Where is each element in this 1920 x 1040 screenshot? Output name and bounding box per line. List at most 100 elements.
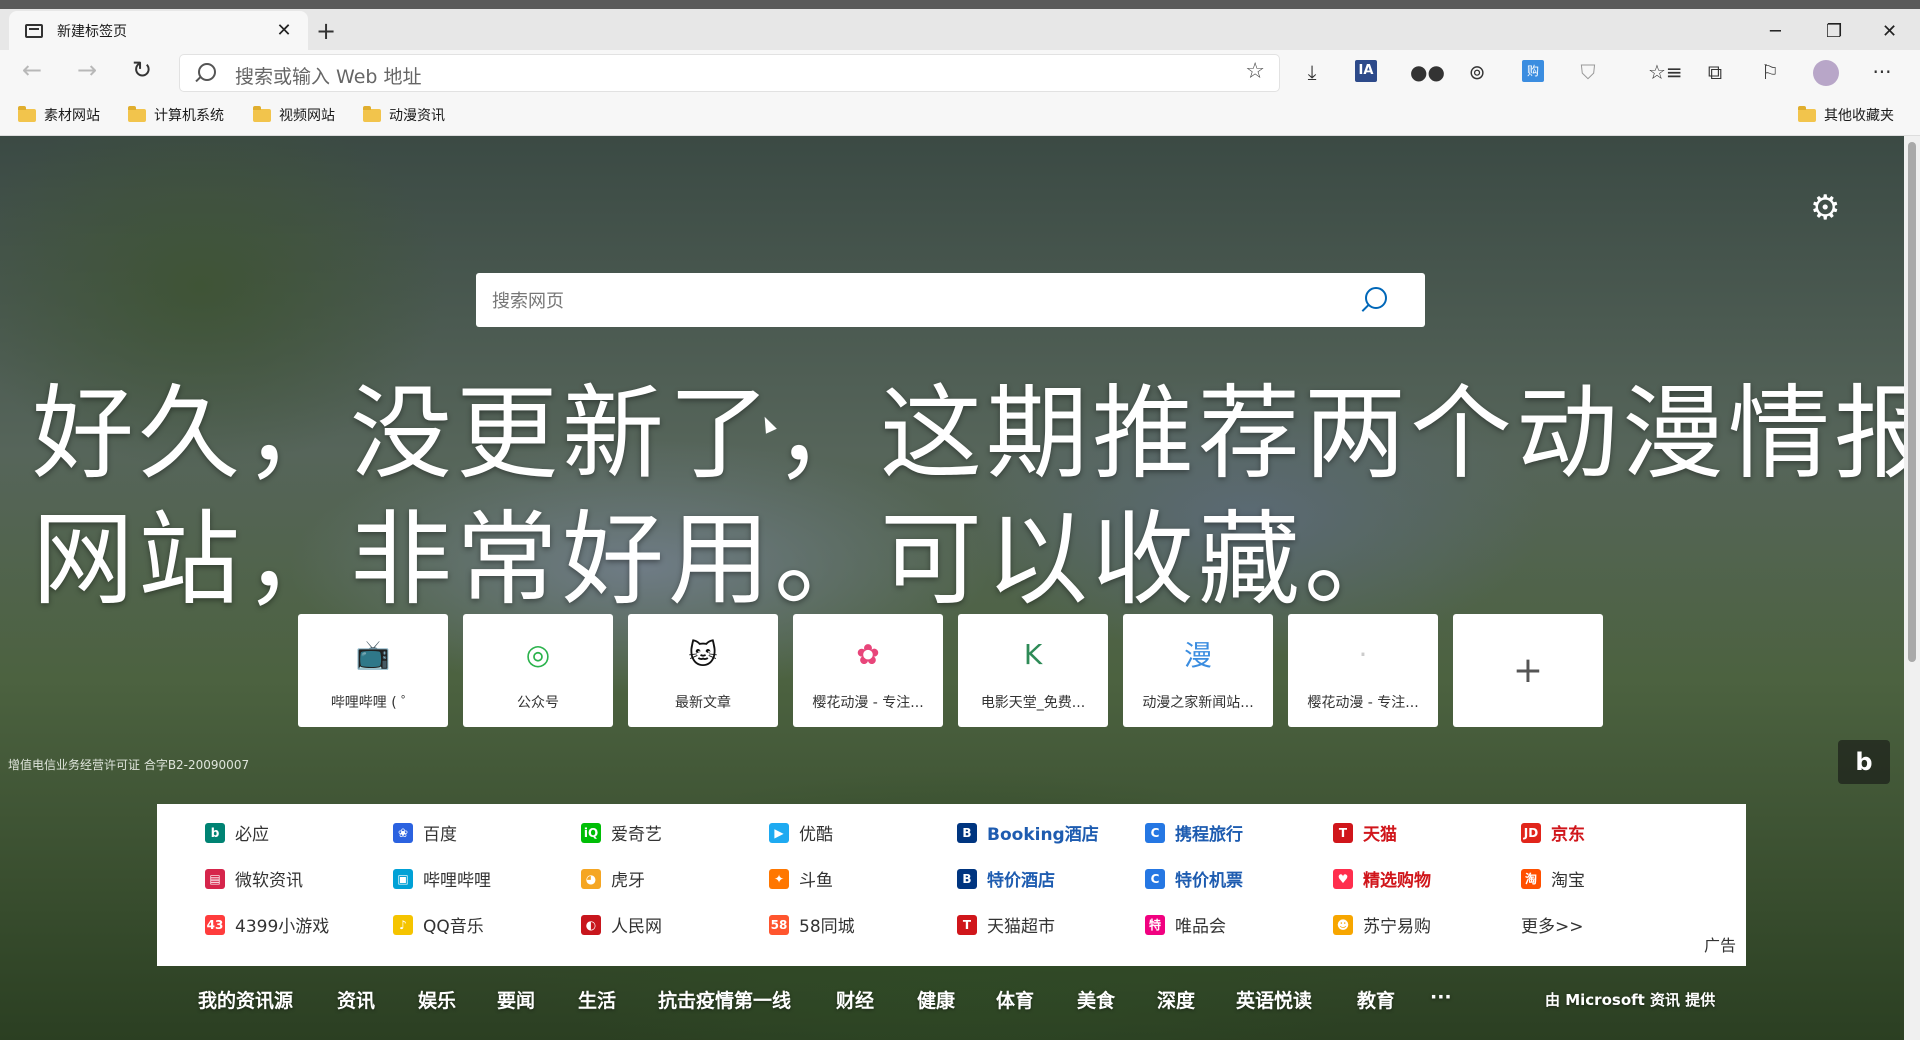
promo-link[interactable]: B 特价酒店 — [957, 866, 1055, 891]
news-more-button[interactable]: ··· — [1430, 986, 1452, 1008]
promo-link[interactable]: 43 4399小游戏 — [205, 912, 329, 937]
promo-link[interactable]: 58 58同城 — [769, 912, 855, 937]
bookmark-folder-计算机系统[interactable]: 计算机系统 — [128, 105, 224, 125]
quick-link-tile[interactable]: 📺 哔哩哔哩 ( ゜ — [298, 614, 448, 727]
news-category-tab[interactable]: 教育 — [1357, 986, 1395, 1013]
promo-link-label: 天猫 — [1363, 825, 1397, 845]
news-category-tab[interactable]: 财经 — [836, 986, 874, 1013]
bookmark-label: 其他收藏夹 — [1824, 108, 1894, 124]
quick-link-label: 樱花动漫 - 专注... — [1307, 695, 1419, 711]
bookmark-label: 动漫资讯 — [389, 108, 445, 124]
favorites-icon[interactable]: ☆≡ — [1648, 60, 1683, 84]
quick-link-label: 动漫之家新闻站... — [1142, 695, 1254, 711]
page-scrollbar[interactable] — [1904, 136, 1920, 1040]
promo-link[interactable]: ▶ 优酷 — [769, 820, 833, 845]
quick-link-tile[interactable]: · 樱花动漫 - 专注... — [1288, 614, 1438, 727]
promo-link[interactable]: ◐ 人民网 — [581, 912, 662, 937]
quick-link-label: 电影天堂_免费... — [980, 695, 1086, 711]
news-category-tab[interactable]: 要闻 — [497, 986, 535, 1013]
bookmark-label: 素材网站 — [44, 108, 100, 124]
quick-link-tile[interactable]: 漫动漫之家新闻站... — [1123, 614, 1273, 727]
promo-link[interactable]: ♥ 精选购物 — [1333, 866, 1431, 891]
shield-extension-icon[interactable]: ⛉ — [1576, 60, 1600, 84]
scrollbar-thumb[interactable] — [1908, 142, 1916, 662]
back-button[interactable]: ← — [22, 56, 42, 84]
translate-extension-icon[interactable]: 购 — [1522, 60, 1544, 82]
promo-link[interactable]: T 天猫超市 — [957, 912, 1055, 937]
minimize-button[interactable]: ─ — [1770, 21, 1781, 42]
news-category-tab[interactable]: 深度 — [1157, 986, 1195, 1013]
site-logo-icon: 43 — [205, 914, 225, 935]
bookmark-label: 视频网站 — [279, 108, 335, 124]
quick-link-tile[interactable]: 🐱 最新文章 — [628, 614, 778, 727]
promo-link[interactable]: ☻ 苏宁易购 — [1333, 912, 1431, 937]
quick-link-tile[interactable]: K 电影天堂_免费... — [958, 614, 1108, 727]
promo-link[interactable]: T 天猫 — [1333, 820, 1397, 845]
promo-link[interactable]: ▤ 微软资讯 — [205, 866, 303, 891]
news-category-tab[interactable]: 生活 — [578, 986, 616, 1013]
promo-link-label: 天猫超市 — [987, 917, 1055, 937]
bookmark-folder-素材网站[interactable]: 素材网站 — [18, 105, 100, 125]
sakura-dot-icon: · — [1358, 637, 1368, 671]
news-category-tab[interactable]: 英语悦读 — [1236, 986, 1312, 1013]
promo-link[interactable]: 更多>> — [1521, 912, 1584, 937]
refresh-button[interactable]: ↻ — [132, 56, 152, 84]
news-category-tab[interactable]: 资讯 — [337, 986, 375, 1013]
news-provider-credit[interactable]: 由 Microsoft 资讯 提供 — [1545, 989, 1715, 1010]
promo-link[interactable]: b 必应 — [205, 820, 269, 845]
folder-icon — [18, 105, 36, 122]
restore-button[interactable]: ❐ — [1826, 21, 1842, 42]
tab-new-tab[interactable]: 新建标签页 ✕ — [9, 11, 308, 50]
promo-link-label: 必应 — [235, 825, 269, 845]
promo-link[interactable]: ♪ QQ音乐 — [393, 912, 484, 937]
add-quick-link-button[interactable]: + — [1453, 614, 1603, 727]
forward-button[interactable]: → — [77, 56, 97, 84]
bookmark-folder-动漫资讯[interactable]: 动漫资讯 — [363, 105, 445, 125]
add-icon: + — [1512, 649, 1544, 691]
bookmark-folder-视频网站[interactable]: 视频网站 — [253, 105, 335, 125]
promo-link[interactable]: ✦ 斗鱼 — [769, 866, 833, 891]
quick-link-tile[interactable]: ✿ 樱花动漫 - 专注... — [793, 614, 943, 727]
address-placeholder: 搜索或输入 Web 地址 — [235, 66, 422, 88]
favorite-star-icon[interactable]: ☆ — [1245, 59, 1265, 84]
bookmark-other-favorites[interactable]: 其他收藏夹 — [1798, 105, 1894, 125]
ia-extension-icon[interactable]: IA — [1355, 60, 1377, 82]
site-logo-icon: 58 — [769, 914, 789, 935]
news-category-tab[interactable]: 体育 — [996, 986, 1034, 1013]
promo-link[interactable]: ❀ 百度 — [393, 820, 457, 845]
news-category-tab[interactable]: 美食 — [1077, 986, 1115, 1013]
news-category-tab[interactable]: 我的资讯源 — [198, 986, 293, 1013]
promo-link-label: 淘宝 — [1551, 871, 1585, 891]
news-category-tab[interactable]: 抗击疫情第一线 — [658, 986, 791, 1013]
more-menu-button[interactable]: ··· — [1870, 60, 1894, 84]
promo-link[interactable]: iQ 爱奇艺 — [581, 820, 662, 845]
news-category-tab[interactable]: 健康 — [917, 986, 955, 1013]
feedback-icon[interactable]: ⚐ — [1758, 60, 1782, 84]
promo-link[interactable]: JD 京东 — [1521, 820, 1585, 845]
search-submit-icon[interactable] — [1365, 287, 1387, 309]
avatar[interactable] — [1813, 60, 1839, 86]
page-settings-gear-icon[interactable]: ⚙ — [1810, 188, 1840, 228]
caption-line-2: 网站，非常好用。可以收藏。 — [32, 501, 1410, 620]
promo-link[interactable]: B Booking酒店 — [957, 820, 1099, 845]
quick-link-tile[interactable]: ◎ 公众号 — [463, 614, 613, 727]
promo-link[interactable]: C 携程旅行 — [1145, 820, 1243, 845]
window-close-button[interactable]: ✕ — [1882, 21, 1897, 42]
promo-link[interactable]: 淘淘宝 — [1521, 866, 1585, 891]
sync-extension-icon[interactable]: ⊚ — [1465, 60, 1489, 84]
promo-link[interactable]: C 特价机票 — [1145, 866, 1243, 891]
new-tab-button[interactable]: + — [316, 19, 336, 43]
promo-link[interactable]: ▣ 哔哩哔哩 — [393, 866, 491, 891]
promo-link-label: 4399小游戏 — [235, 917, 330, 937]
download-icon[interactable]: ⤓ — [1300, 60, 1324, 84]
collections-icon[interactable]: ⧉ — [1703, 60, 1727, 84]
promo-link[interactable]: ◕ 虎牙 — [581, 866, 645, 891]
news-category-tab[interactable]: 娱乐 — [418, 986, 456, 1013]
bing-logo-button[interactable]: b — [1838, 740, 1890, 784]
tab-close-icon[interactable]: ✕ — [272, 20, 296, 41]
promo-link[interactable]: 特唯品会 — [1145, 912, 1226, 937]
address-bar[interactable]: 搜索或输入 Web 地址 ☆ — [180, 55, 1279, 91]
folder-icon — [253, 105, 271, 122]
web-search-box[interactable]: 搜索网页 — [476, 273, 1425, 327]
tampermonkey-icon[interactable]: ●● — [1410, 60, 1445, 84]
